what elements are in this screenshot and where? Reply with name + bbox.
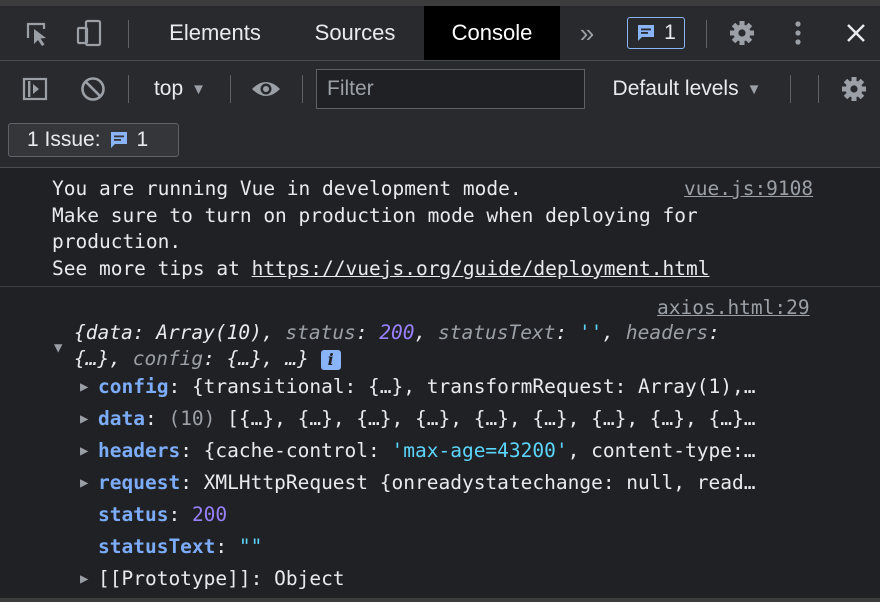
property-row[interactable]: [[Prototype]]: Object [98, 567, 345, 590]
context-selector-label: top [153, 77, 184, 100]
issues-counter-button[interactable]: 1 [620, 6, 692, 60]
issues-label: 1 Issue: [27, 128, 101, 151]
property-row: status: 200 [98, 503, 228, 526]
tab-sources[interactable]: Sources [292, 6, 418, 60]
gear-icon [730, 21, 754, 45]
collapsed-triangle-icon[interactable]: ▶ [80, 411, 88, 427]
toolbar-divider [302, 75, 303, 103]
collapsed-triangle-icon[interactable]: ▶ [80, 443, 88, 459]
toolbar-divider [790, 75, 791, 103]
message-text: production. [52, 230, 182, 253]
chevron-down-icon: ▼ [746, 80, 762, 98]
object-summary-cont[interactable]: {…}, config: {…}, …} i [74, 347, 341, 370]
property-row[interactable]: data: (10) [{…}, {…}, {…}, {…}, {…}, {…}… [98, 407, 755, 430]
property-row[interactable]: config: {transitional: {…}, transformReq… [98, 375, 755, 398]
log-levels-dropdown[interactable]: Default levels ▼ [596, 61, 778, 117]
cursor-select-icon [26, 22, 46, 46]
tab-elements[interactable]: Elements [146, 6, 284, 60]
eye-icon [252, 82, 280, 96]
kebab-menu-icon [795, 21, 801, 45]
more-tabs-button[interactable]: » [566, 6, 608, 60]
property-row: statusText: "" [98, 535, 263, 558]
message-text: See more tips at [52, 257, 252, 280]
issues-chip: 1 [627, 17, 685, 49]
message-text: You are running Vue in development mode. [52, 177, 522, 200]
window-frame [0, 598, 880, 602]
gear-icon [842, 77, 866, 101]
live-expression-button[interactable] [244, 61, 288, 117]
device-toolbar-button[interactable] [66, 6, 112, 60]
source-link[interactable]: axios.html:29 [657, 296, 810, 319]
issues-count: 1 [136, 128, 149, 151]
collapsed-triangle-icon[interactable]: ▶ [80, 379, 88, 395]
customize-menu-button[interactable] [780, 6, 816, 60]
expanded-triangle-icon[interactable]: ▼ [54, 340, 62, 356]
property-row[interactable]: headers: {cache-control: 'max-age=43200'… [98, 439, 755, 462]
info-icon[interactable]: i [320, 349, 341, 370]
filter-input[interactable] [316, 69, 585, 109]
message-text: Make sure to turn on production mode whe… [52, 204, 698, 227]
log-levels-label: Default levels [612, 77, 739, 100]
property-row[interactable]: request: XMLHttpRequest {onreadystatecha… [98, 471, 755, 494]
message-tips-line: See more tips at https://vuejs.org/guide… [52, 257, 709, 280]
issues-button[interactable]: 1 Issue: 1 [8, 123, 179, 157]
tab-sources-label: Sources [314, 20, 396, 45]
collapsed-triangle-icon[interactable]: ▶ [80, 571, 88, 587]
console-message: You are running Vue in development mode.… [0, 168, 880, 287]
console-settings-button[interactable] [834, 61, 874, 117]
close-icon [847, 24, 865, 42]
tips-url-link[interactable]: https://vuejs.org/guide/deployment.html [252, 257, 710, 280]
message-icon [110, 132, 127, 148]
show-sidebar-button[interactable] [14, 61, 56, 117]
message-icon [638, 25, 655, 41]
tab-console[interactable]: Console [424, 6, 560, 60]
collapsed-triangle-icon[interactable]: ▶ [80, 475, 88, 491]
toolbar-divider [818, 75, 819, 103]
toolbar-divider [128, 75, 129, 103]
inspect-element-button[interactable] [14, 6, 60, 60]
block-icon [81, 77, 105, 101]
source-link[interactable]: vue.js:9108 [684, 177, 813, 200]
toolbar-divider [230, 75, 231, 103]
console-message: axios.html:29 ▼ {data: Array(10), status… [0, 287, 880, 602]
clear-console-button[interactable] [72, 61, 114, 117]
object-summary[interactable]: {data: Array(10), status: 200, statusTex… [74, 321, 720, 344]
toolbar-divider [706, 20, 707, 48]
console-toolbar: top ▼ Default levels ▼ [0, 61, 880, 117]
chevron-down-icon: ▼ [191, 80, 207, 98]
tab-console-label: Console [451, 20, 533, 45]
sidebar-toggle-icon [22, 77, 48, 101]
more-tabs-label: » [579, 17, 595, 48]
settings-button[interactable] [722, 6, 762, 60]
close-devtools-button[interactable] [836, 6, 876, 60]
devtools-tabbar: Elements Sources Console » 1 [0, 6, 880, 61]
tab-elements-label: Elements [169, 20, 261, 45]
issues-bar: 1 Issue: 1 [0, 117, 880, 168]
device-toggle-icon [76, 19, 102, 47]
issues-chip-count: 1 [664, 21, 676, 44]
context-selector[interactable]: top ▼ [140, 61, 220, 117]
toolbar-divider [128, 20, 129, 48]
